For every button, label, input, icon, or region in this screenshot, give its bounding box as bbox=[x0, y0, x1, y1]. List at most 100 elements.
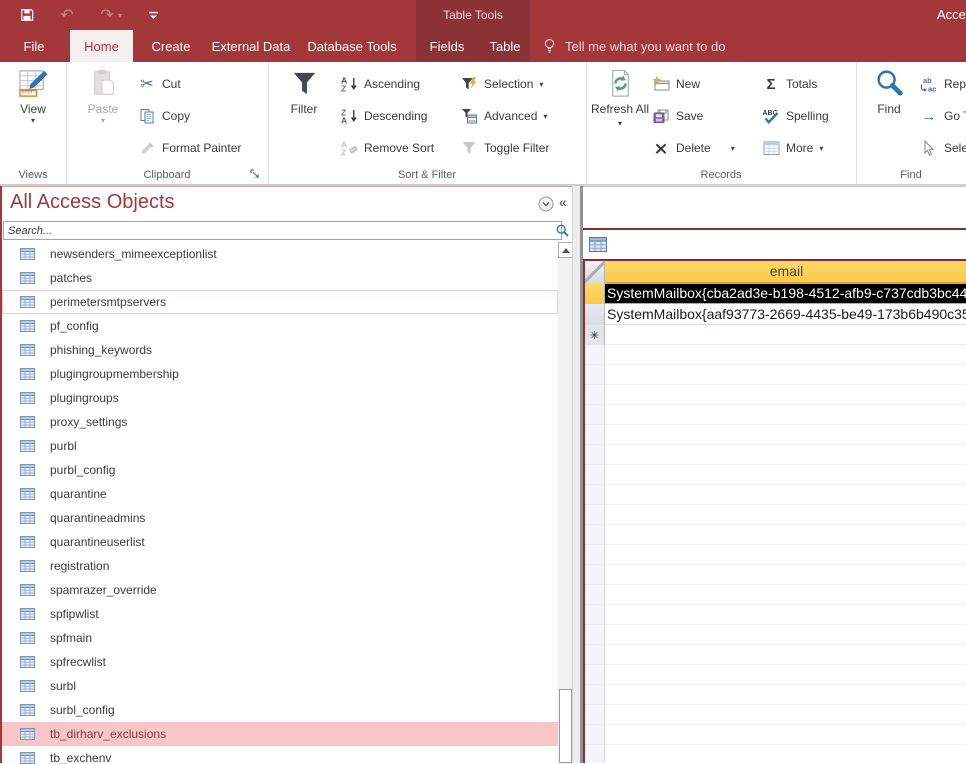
group-label: Find bbox=[856, 169, 966, 181]
qat-undo-button[interactable]: ↶ bbox=[58, 7, 76, 24]
nav-item-pf-config[interactable]: pf_config bbox=[2, 314, 558, 338]
filter-button[interactable]: Filter bbox=[278, 66, 330, 116]
find-button[interactable]: Find bbox=[862, 66, 916, 116]
view-button[interactable]: View▾ bbox=[6, 66, 60, 125]
tab-file[interactable]: File bbox=[8, 30, 60, 62]
button-column: ΣTotalsABCSpellingMore▾ bbox=[762, 68, 854, 164]
table-cell-email[interactable]: SystemMailbox{aaf93773-2669-4435-be49-17… bbox=[605, 304, 966, 325]
nav-item-spfipwlist[interactable]: spfipwlist bbox=[2, 602, 558, 626]
record-selector[interactable] bbox=[585, 304, 605, 325]
nav-item-quarantineuserlist[interactable]: quarantineuserlist bbox=[2, 530, 558, 554]
spelling-button[interactable]: ABCSpelling bbox=[762, 100, 854, 132]
save-button[interactable]: Save bbox=[652, 100, 760, 132]
ascending-button[interactable]: AZAscending bbox=[340, 68, 458, 100]
nav-item-registration[interactable]: registration bbox=[2, 554, 558, 578]
cut-icon: ✂ bbox=[138, 76, 156, 93]
nav-item-plugingroups[interactable]: plugingroups bbox=[2, 386, 558, 410]
cut-button[interactable]: ✂ Cut bbox=[138, 68, 264, 100]
search-input[interactable] bbox=[3, 221, 562, 240]
select-button[interactable]: Select bbox=[920, 132, 966, 164]
nav-item-purbl[interactable]: purbl bbox=[2, 434, 558, 458]
button-label: Replace bbox=[944, 77, 966, 91]
nav-item-spfmain[interactable]: spfmain bbox=[2, 626, 558, 650]
button-label: Select bbox=[944, 141, 966, 155]
format-painter-button[interactable]: Format Painter bbox=[138, 132, 264, 164]
shutter-bar-collapse-button[interactable]: « bbox=[559, 194, 567, 210]
copy-button[interactable]: Copy bbox=[138, 100, 264, 132]
button-label: Cut bbox=[162, 77, 181, 91]
nav-item-quarantine[interactable]: quarantine bbox=[2, 482, 558, 506]
more-button[interactable]: More▾ bbox=[762, 132, 854, 164]
qat-save-button[interactable] bbox=[18, 7, 36, 24]
nav-item-label: spfipwlist bbox=[50, 607, 99, 621]
search-icon[interactable] bbox=[556, 224, 569, 242]
nav-item-proxy-settings[interactable]: proxy_settings bbox=[2, 410, 558, 434]
pane-splitter[interactable] bbox=[572, 186, 583, 763]
totals-button[interactable]: ΣTotals bbox=[762, 68, 854, 100]
table-cell-empty[interactable] bbox=[605, 325, 966, 345]
nav-item-purbl-config[interactable]: purbl_config bbox=[2, 458, 558, 482]
scrollbar-thumb[interactable] bbox=[559, 689, 572, 763]
record-selector[interactable] bbox=[585, 283, 605, 304]
descending-button[interactable]: ZADescending bbox=[340, 100, 458, 132]
dropdown-caret-icon: ▾ bbox=[819, 144, 823, 153]
navigation-pane: All Access Objects « newsenders_mimeexce… bbox=[2, 186, 572, 763]
dropdown-caret-icon: ▾ bbox=[543, 112, 547, 121]
datasheet-row: SystemMailbox{cba2ad3e-b198-4512-afb9-c7… bbox=[585, 283, 966, 304]
qat-customize-button[interactable] bbox=[144, 7, 162, 24]
tab-create[interactable]: Create bbox=[141, 30, 201, 62]
tab-table[interactable]: Table bbox=[481, 30, 529, 62]
nav-table-icon bbox=[18, 342, 36, 359]
empty-row bbox=[585, 625, 966, 645]
object-tab-bar[interactable] bbox=[583, 230, 966, 259]
delete-icon bbox=[652, 140, 670, 157]
tab-home[interactable]: Home bbox=[70, 30, 133, 62]
nav-item-spfrecwlist[interactable]: spfrecwlist bbox=[2, 650, 558, 674]
empty-cell bbox=[605, 505, 966, 525]
select-all-cell[interactable] bbox=[585, 261, 605, 283]
nav-item-label: proxy_settings bbox=[50, 415, 127, 429]
nav-item-label: phishing_keywords bbox=[50, 343, 152, 357]
delete-button[interactable]: Delete▾ bbox=[652, 132, 760, 164]
tab-external-data[interactable]: External Data bbox=[205, 30, 297, 62]
new-button[interactable]: New bbox=[652, 68, 760, 100]
qat-save-icon bbox=[18, 7, 36, 24]
tab-fields[interactable]: Fields bbox=[419, 30, 475, 62]
nav-item-spamrazer-override[interactable]: spamrazer_override bbox=[2, 578, 558, 602]
remove-sort-button[interactable]: AZRemove Sort bbox=[340, 132, 458, 164]
table-object-tab-icon[interactable] bbox=[589, 236, 607, 253]
selection-button[interactable]: Selection▾ bbox=[460, 68, 582, 100]
empty-cell bbox=[605, 745, 966, 763]
empty-cell bbox=[605, 385, 966, 405]
advanced-button[interactable]: Advanced▾ bbox=[460, 100, 582, 132]
table-cell-email[interactable]: SystemMailbox{cba2ad3e-b198-4512-afb9-c7… bbox=[605, 283, 966, 304]
empty-cell bbox=[605, 665, 966, 685]
tell-me-box[interactable]: Tell me what you want to do bbox=[540, 30, 725, 62]
nav-item-patches[interactable]: patches bbox=[2, 266, 558, 290]
toggle-filter-button[interactable]: Toggle Filter bbox=[460, 132, 582, 164]
nav-item-tb-dirharv-exclusions[interactable]: tb_dirharv_exclusions bbox=[2, 722, 558, 746]
go-to-button[interactable]: →Go To bbox=[920, 100, 966, 132]
nav-item-perimetersmtpservers[interactable]: perimetersmtpservers bbox=[2, 290, 558, 314]
nav-item-phishing-keywords[interactable]: phishing_keywords bbox=[2, 338, 558, 362]
qat-redo-button[interactable]: ↷▾ bbox=[98, 7, 122, 24]
empty-cell bbox=[605, 705, 966, 725]
new-record-selector[interactable]: ✳ bbox=[585, 325, 605, 345]
ribbon-group-sort-filter: Filter AZAscendingZADescendingAZRemove So… bbox=[268, 62, 587, 184]
nav-item-newsenders-mimeexceptionlist[interactable]: newsenders_mimeexceptionlist bbox=[2, 242, 558, 266]
nav-pane-menu-button[interactable] bbox=[538, 196, 554, 217]
nav-item-tb-exchenv[interactable]: tb_exchenv bbox=[2, 746, 558, 764]
nav-item-surbl-config[interactable]: surbl_config bbox=[2, 698, 558, 722]
column-header-email[interactable]: email bbox=[605, 261, 966, 283]
nav-item-plugingroupmembership[interactable]: plugingroupmembership bbox=[2, 362, 558, 386]
paste-button[interactable]: Paste▾ bbox=[78, 66, 128, 125]
nav-item-surbl[interactable]: surbl bbox=[2, 674, 558, 698]
refresh-all-button[interactable]: Refresh All ▾ bbox=[590, 66, 650, 129]
button-column: NewSaveDelete▾ bbox=[652, 68, 760, 164]
replace-button[interactable]: abacReplace bbox=[920, 68, 966, 100]
dialog-launcher-icon[interactable] bbox=[249, 168, 261, 180]
tab-database-tools[interactable]: Database Tools bbox=[302, 30, 402, 62]
nav-item-quarantineadmins[interactable]: quarantineadmins bbox=[2, 506, 558, 530]
dropdown-caret-icon: ▾ bbox=[101, 116, 105, 125]
empty-row bbox=[585, 385, 966, 405]
